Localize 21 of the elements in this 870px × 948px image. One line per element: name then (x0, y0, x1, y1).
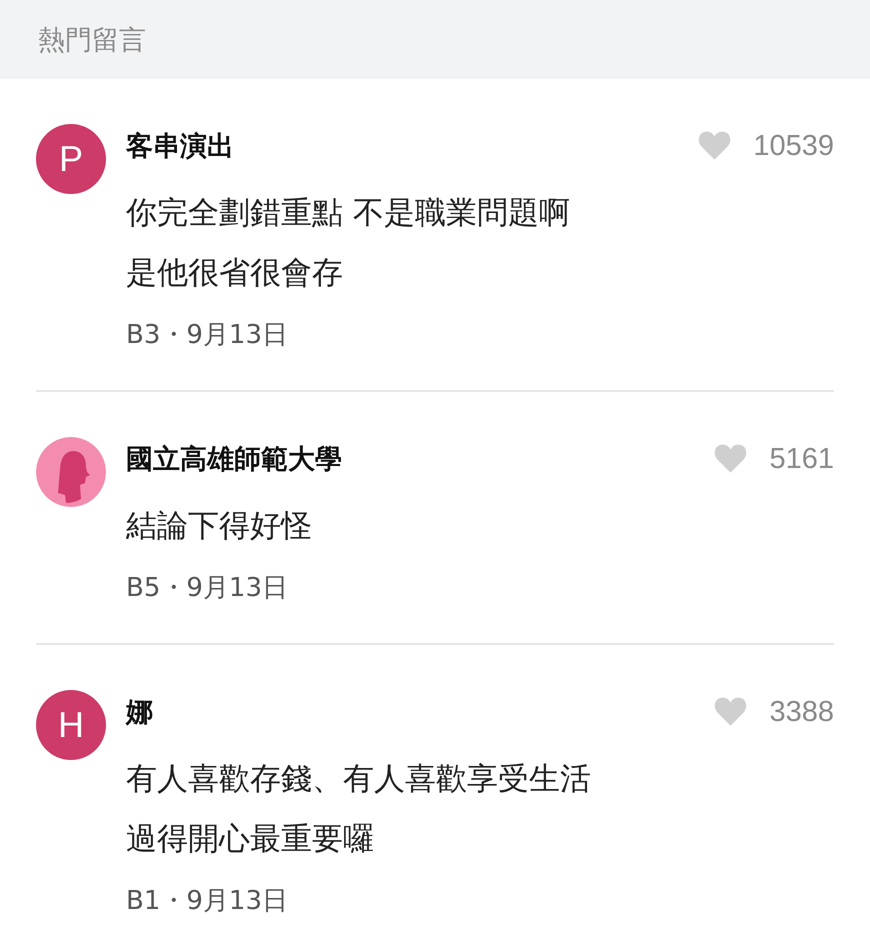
like-count: 5161 (769, 442, 834, 476)
comment-meta: B1・9月13日 (126, 885, 290, 918)
comment-meta: B3・9月13日 (126, 319, 290, 352)
heart-icon[interactable] (714, 444, 748, 474)
comment-text: 你完全劃錯重點 不是職業問題啊 (126, 194, 571, 233)
comment-text: 結論下得好怪 (126, 507, 313, 546)
comment-meta: B5・9月13日 (126, 572, 290, 605)
heart-icon[interactable] (714, 697, 748, 727)
avatar[interactable]: P (36, 124, 106, 194)
comment-text: 有人喜歡存錢、有人喜歡享受生活 (126, 760, 592, 799)
comment-text: 是他很省很會存 (126, 254, 344, 293)
username[interactable]: 娜 (126, 694, 153, 730)
heart-icon[interactable] (698, 131, 732, 161)
avatar-icon[interactable] (36, 437, 106, 507)
comment-text: 過得開心最重要囉 (126, 820, 375, 859)
username[interactable]: 客串演出 (126, 128, 234, 164)
like-count: 3388 (769, 696, 834, 728)
username[interactable]: 國立高雄師範大學 (126, 441, 342, 477)
avatar[interactable]: H (36, 690, 106, 760)
section-title: 熱門留言 (38, 24, 146, 58)
like-count: 10539 (753, 130, 834, 162)
